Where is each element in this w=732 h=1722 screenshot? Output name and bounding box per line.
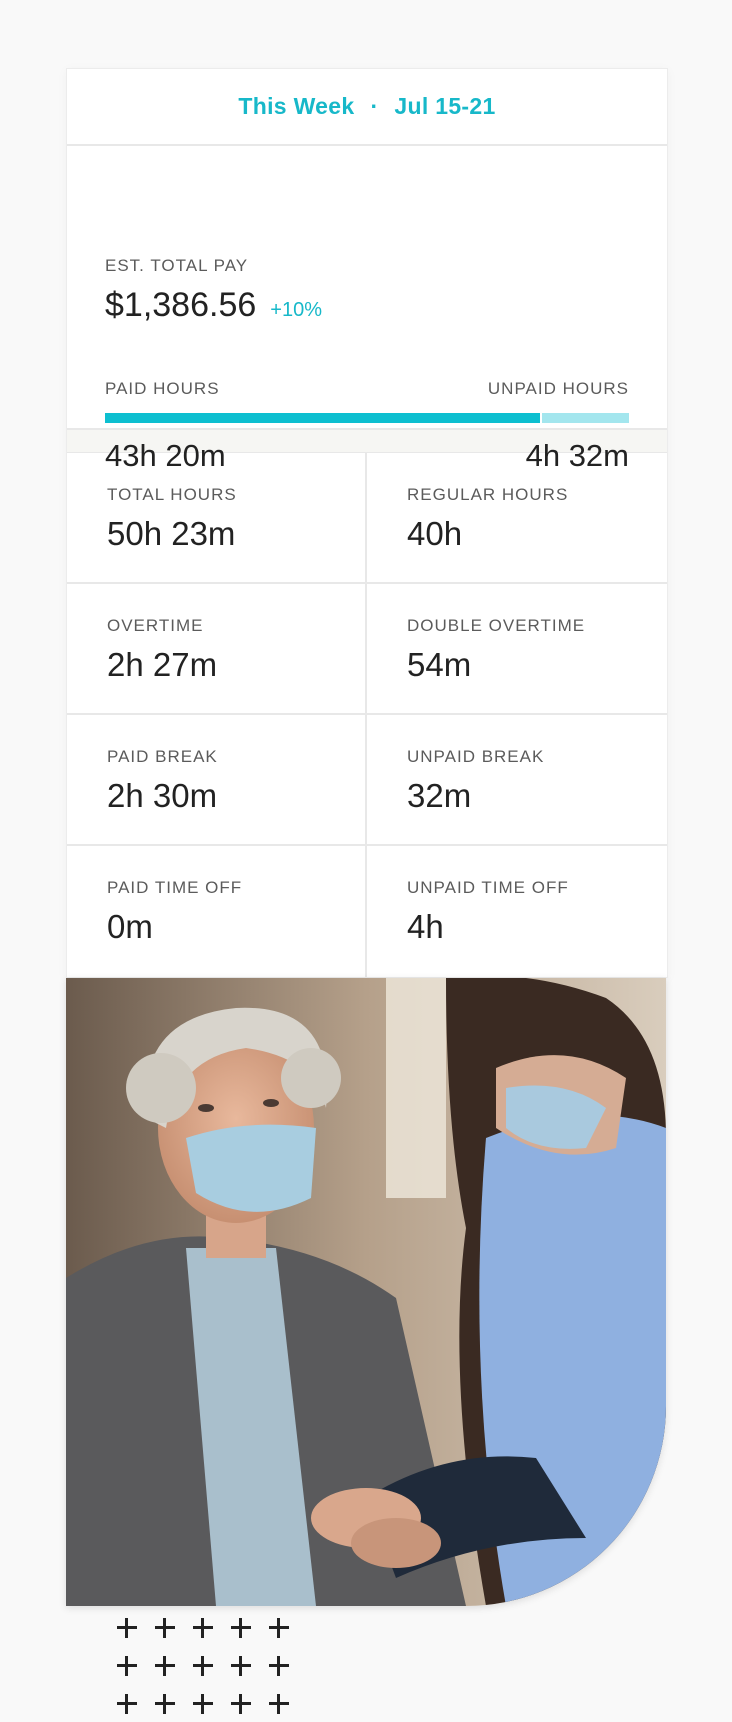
est-total-pay-amount: $1,386.56 [105, 286, 257, 324]
stat-value: 4h [407, 908, 444, 945]
stat-unpaid-break: UNPAID BREAK 32m [367, 715, 667, 846]
stat-label: PAID BREAK [107, 747, 218, 766]
stat-value: 40h [407, 515, 463, 552]
plus-icon [107, 1684, 145, 1722]
pay-change-badge: +10% [270, 299, 322, 321]
date-range: Jul 15-21 [394, 93, 496, 119]
hours-progress-bar [105, 413, 629, 423]
unpaid-hours-label: UNPAID HOURS [487, 379, 629, 398]
stat-value: 0m [107, 908, 153, 945]
stat-value: 50h 23m [107, 515, 236, 552]
plus-icon-pattern [107, 1608, 297, 1722]
caregiver-photo [66, 978, 666, 1606]
hours-breakdown-grid: TOTAL HOURS 50h 23m REGULAR HOURS 40h OV… [67, 453, 667, 977]
stat-unpaid-time-off: UNPAID TIME OFF 4h [367, 846, 667, 977]
est-total-pay-row: $1,386.56 +10% [105, 286, 322, 325]
plus-icon [221, 1608, 259, 1646]
plus-icon [107, 1646, 145, 1684]
paid-hours-bar [105, 413, 540, 423]
stat-label: PAID TIME OFF [107, 878, 243, 897]
plus-icon [107, 1608, 145, 1646]
pay-section: EST. TOTAL PAY $1,386.56 +10% PAID HOURS… [67, 146, 667, 473]
stat-value: 2h 30m [107, 777, 218, 814]
stat-overtime: OVERTIME 2h 27m [67, 584, 367, 715]
plus-icon [183, 1608, 221, 1646]
paid-hours-label: PAID HOURS [105, 379, 220, 398]
plus-icon [259, 1684, 297, 1722]
paid-hours-value: 43h 20m [105, 438, 226, 473]
plus-icon [183, 1684, 221, 1722]
plus-icon [145, 1684, 183, 1722]
hours-labels: PAID HOURS UNPAID HOURS [105, 379, 629, 399]
period-label: This Week [238, 93, 355, 119]
plus-icon [145, 1646, 183, 1684]
plus-icon [221, 1684, 259, 1722]
unpaid-hours-value: 4h 32m [525, 438, 629, 473]
plus-icon [221, 1646, 259, 1684]
est-total-pay-label: EST. TOTAL PAY [105, 256, 249, 275]
stat-value: 54m [407, 646, 472, 683]
plus-icon [259, 1608, 297, 1646]
plus-icon [145, 1608, 183, 1646]
stat-double-overtime: DOUBLE OVERTIME 54m [367, 584, 667, 715]
unpaid-hours-bar [541, 413, 629, 423]
stat-label: REGULAR HOURS [407, 485, 569, 504]
week-selector[interactable]: This Week · Jul 15-21 [67, 69, 667, 146]
stat-paid-time-off: PAID TIME OFF 0m [67, 846, 367, 977]
period-separator: · [370, 93, 379, 119]
stat-label: UNPAID TIME OFF [407, 878, 569, 897]
stat-paid-break: PAID BREAK 2h 30m [67, 715, 367, 846]
weekly-pay-summary-card: This Week · Jul 15-21 EST. TOTAL PAY $1,… [66, 68, 668, 978]
hours-values: 43h 20m 4h 32m [105, 438, 629, 474]
stat-value: 32m [407, 777, 472, 814]
plus-icon [259, 1646, 297, 1684]
stat-label: TOTAL HOURS [107, 485, 237, 504]
stat-value: 2h 27m [107, 646, 218, 683]
stat-label: OVERTIME [107, 616, 204, 635]
stat-label: DOUBLE OVERTIME [407, 616, 586, 635]
stat-label: UNPAID BREAK [407, 747, 545, 766]
plus-icon [183, 1646, 221, 1684]
